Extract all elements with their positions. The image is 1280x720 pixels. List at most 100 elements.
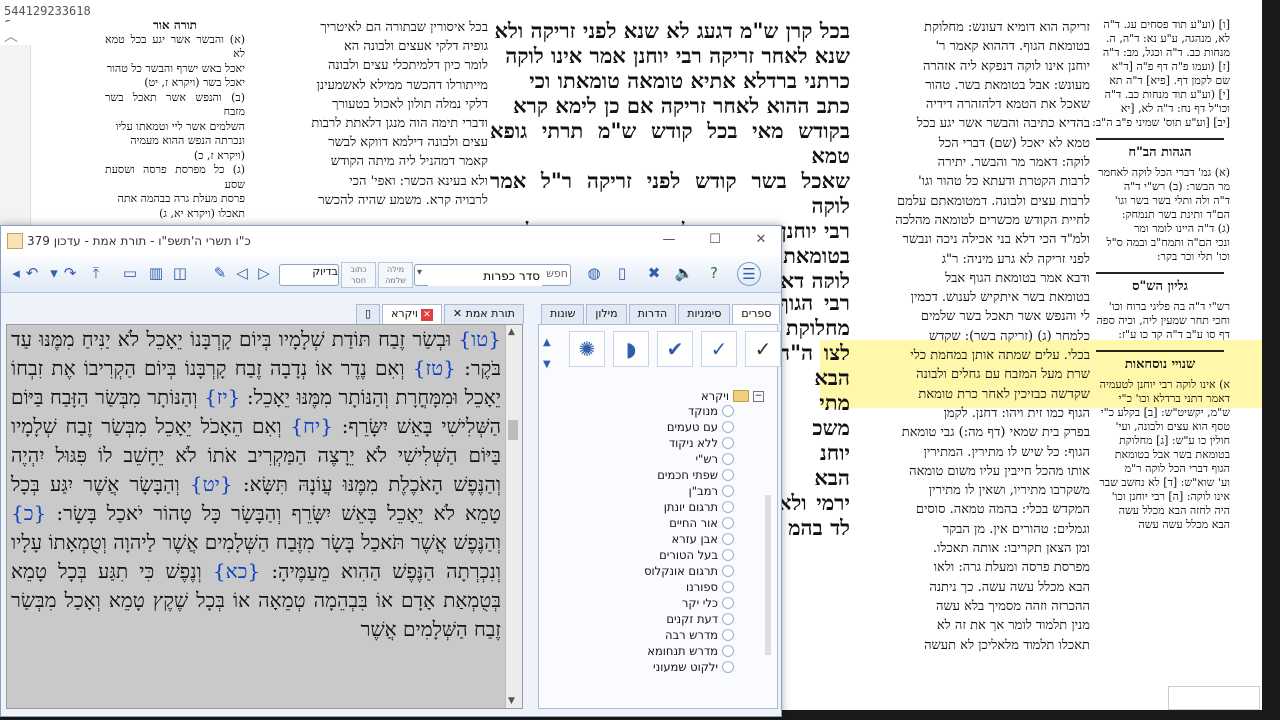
rashi-line: תאכלו תלמוד מלאליכן לא תעשה (924, 637, 1090, 653)
side-tab[interactable]: ספרים (732, 304, 781, 324)
tree-root[interactable]: − ויקרא (559, 389, 764, 403)
redo-icon[interactable]: ↷ (59, 262, 81, 284)
side-tab[interactable]: שונות (541, 304, 585, 324)
tree-item[interactable]: דעת זקנים (559, 611, 764, 627)
speaker-icon[interactable]: 🔈 (673, 262, 695, 284)
side-tab[interactable]: סימניות (678, 304, 731, 324)
rashi-line: בטומאת בשר איתקיש לענוש. דכמין (910, 290, 1090, 306)
close-icon[interactable]: ✕ (420, 309, 433, 321)
move-arrows-icon[interactable]: ▲ ▼ (543, 337, 551, 370)
top-icon[interactable]: ⤒ (85, 262, 107, 284)
search-input[interactable] (428, 266, 542, 286)
tree-item-label: שפתי חכמים (657, 468, 718, 482)
verse-number[interactable]: {טו} (458, 327, 501, 351)
side-tab[interactable]: הדרות (628, 304, 677, 324)
tree-item[interactable]: עם טעמים (559, 419, 764, 435)
collapse-icon[interactable]: − (753, 390, 764, 402)
bulb-icon[interactable]: ◗ (613, 331, 649, 367)
scroll-up-icon[interactable]: ▲ (508, 327, 515, 337)
full-spelling-toggle[interactable]: מילה שלמה (378, 262, 413, 288)
columns-icon[interactable]: ▥ (145, 262, 167, 284)
scroll-thumb[interactable] (508, 420, 518, 440)
tree-item-label: ספורנו (685, 580, 718, 594)
minimize-button[interactable]: — (655, 230, 683, 250)
shinuyei-line: ש"מ, יקשיט"ש: [ב] בקלע כ"י (1100, 406, 1230, 419)
close-button[interactable]: ✕ (747, 230, 775, 250)
divider (1096, 138, 1224, 140)
tab-vayikra[interactable]: ✕ויקרא (382, 304, 442, 324)
verse-number[interactable]: {כ} (11, 501, 46, 525)
app-window: כ"ו תשרי ה'תשפ"ו - תורת אמת - עדכון 379 … (0, 225, 782, 717)
tree-item[interactable]: רמב"ן (559, 483, 764, 499)
tree-item[interactable]: בעל הטורים (559, 547, 764, 563)
text-pane[interactable]: {טו} וּבְשַׂר זֶבַח תּוֹדַת שְׁלָמָיו בְ… (6, 324, 523, 709)
tree-item[interactable]: מנוקד (559, 403, 764, 419)
hagahot-line: (א) גמ' דברי הכל לוקה לאחמר (1098, 166, 1230, 179)
right-dark-edge (1262, 0, 1280, 720)
rashi-line: מפרסת פרסה ומעלת גרה: ולאו (933, 560, 1090, 576)
tree-icon[interactable]: ✺ (569, 331, 605, 367)
tree-item[interactable]: ילקוט שמעוני (559, 659, 764, 675)
check-icon[interactable]: ✓ (701, 331, 737, 367)
tree-item[interactable]: שפתי חכמים (559, 467, 764, 483)
menu-icon[interactable]: ☰ (737, 262, 761, 286)
verse-number[interactable]: {יז} (204, 385, 240, 409)
title-bar[interactable]: כ"ו תשרי ה'תשפ"ו - תורת אמת - עדכון 379 … (1, 226, 781, 256)
tick-icon[interactable]: ✓ (745, 331, 781, 367)
tree-item[interactable]: מדרש רבה (559, 627, 764, 643)
tree-item[interactable]: מדרש תנחומא (559, 643, 764, 659)
scroll-up-icon[interactable]: ︿ (4, 26, 18, 46)
reference-line: [ז] (ועמו פ"ה דף פ"ה [ד"א (1111, 60, 1230, 73)
tree-item[interactable]: תרגום אונקלוס (559, 563, 764, 579)
tree-item-label: ללא ניקוד (668, 436, 718, 450)
tree-item-label: אור החיים (669, 516, 718, 530)
verse-number[interactable]: {כא} (213, 559, 260, 583)
brush-icon[interactable]: ✎ (209, 262, 231, 284)
color-wheel-icon[interactable]: ◍ (583, 262, 605, 284)
split-icon[interactable]: ◫ (169, 262, 191, 284)
maximize-button[interactable]: ☐ (701, 230, 729, 250)
double-check-icon[interactable]: ✔ (657, 331, 693, 367)
circle-icon (722, 501, 734, 513)
margin-notes-column: [ו] (וע"ע תוד פסחים עג. ד"ה לא, מנהגה, ע"… (1090, 18, 1230, 532)
verse-number[interactable]: {טז} (413, 356, 456, 380)
rashi-line: לוקה: דאמר מר והבשר. יתירה (937, 155, 1090, 171)
verse-number[interactable]: {יט} (190, 472, 233, 496)
undo-icon[interactable]: ↶ (21, 262, 43, 284)
torah-or-line: תאכלו (ויקרא יא, ג) (159, 206, 245, 220)
tree-item[interactable]: תרגום יונתן (559, 499, 764, 515)
torah-or-line: יאכל בשר (ויקרא ז, יט) (144, 76, 245, 89)
gemara-line: שנא לאחר זריקה רבי יוחנן אמר אינו לוקה (505, 43, 850, 68)
tree-item[interactable]: אבן עזרא (559, 531, 764, 547)
layout-icon[interactable]: ▭ (119, 262, 141, 284)
forward-arrow-icon[interactable]: ▷ (253, 262, 275, 284)
chevron-down-icon[interactable]: ▾ (417, 267, 422, 278)
tree-item[interactable]: רש"י (559, 451, 764, 467)
tab-torat-emet[interactable]: תורת אמת ✕ (443, 304, 524, 324)
rashi-line: לרבות הקטרת ודעתא כל טהור וגו' (918, 174, 1090, 190)
text-scrollbar[interactable]: ▲ ▼ (505, 325, 522, 708)
search-box[interactable]: ▾ חפש (414, 264, 571, 286)
page-icon[interactable]: ▯ (611, 262, 633, 284)
scroll-down-icon[interactable]: ▼ (508, 696, 515, 706)
tree-item[interactable]: ספורנו (559, 579, 764, 595)
close-x-icon[interactable]: ✖ (643, 262, 665, 284)
tree-item[interactable]: אור החיים (559, 515, 764, 531)
help-icon[interactable]: ? (703, 262, 725, 284)
rashi-line: בפרק בית שמאי (דף מה:) גבי טומאת (901, 425, 1090, 441)
rashi-line: מעונש: אבל בטומאת בשר. טהור (925, 77, 1090, 93)
side-tab[interactable]: מילון (586, 304, 627, 324)
verse-number[interactable]: {יח} (290, 414, 333, 438)
tree-item[interactable]: ללא ניקוד (559, 435, 764, 451)
search-label: חפש (546, 267, 568, 280)
exact-search-field[interactable]: בדיוק (279, 264, 339, 286)
app-icon (7, 233, 23, 249)
whole-word-toggle[interactable]: כתוב חסר (341, 262, 376, 288)
back-arrow-icon[interactable]: ◁ (231, 262, 253, 284)
circle-icon (722, 517, 734, 529)
tab-page-icon[interactable]: ▯ (356, 304, 381, 324)
circle-icon (722, 645, 734, 657)
tree-scrollbar[interactable] (765, 495, 771, 655)
circle-icon (722, 661, 734, 673)
tree-item[interactable]: כלי יקר (559, 595, 764, 611)
